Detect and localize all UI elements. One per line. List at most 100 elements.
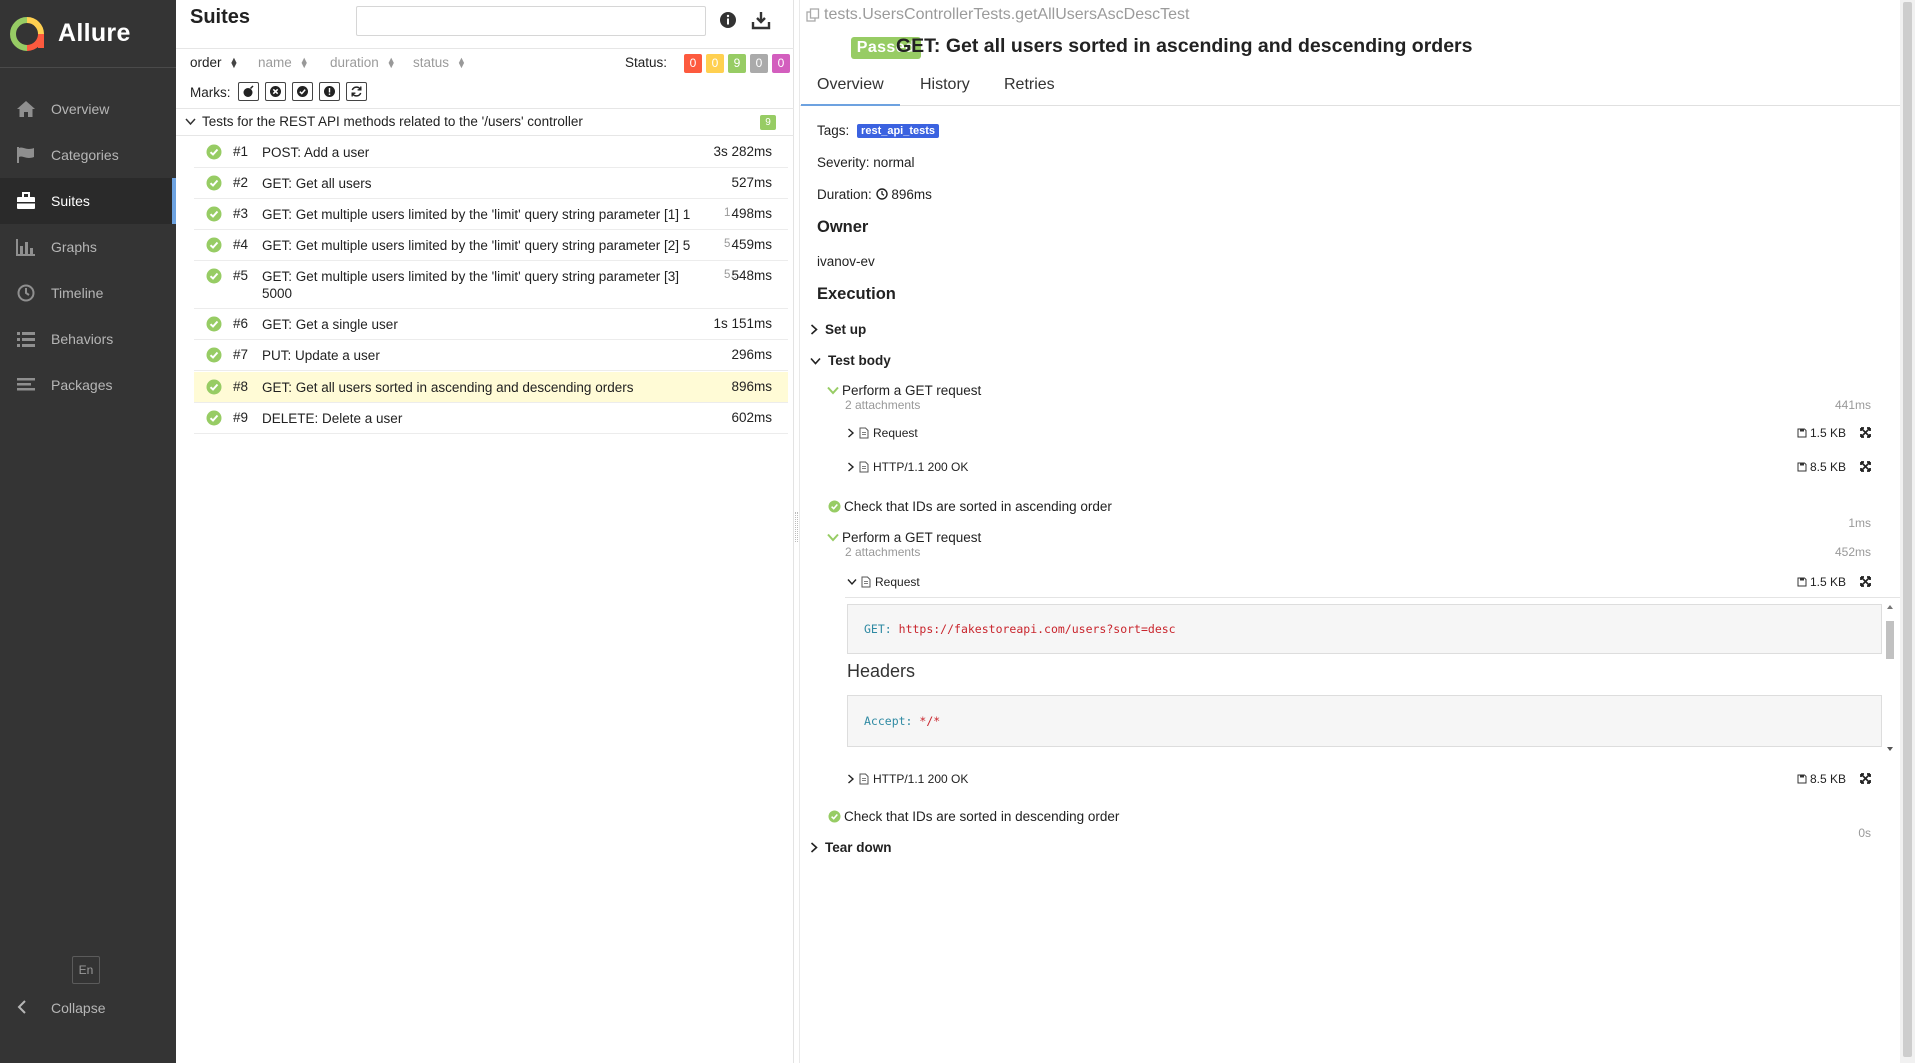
- save-icon: [1797, 774, 1807, 784]
- test-row-selected[interactable]: #8 GET: Get all users sorted in ascendin…: [194, 372, 788, 403]
- attachment-size: 1.5 KB: [1797, 426, 1846, 440]
- expand-icon[interactable]: [1860, 773, 1871, 784]
- test-row[interactable]: #6 GET: Get a single user 1s 151ms: [194, 309, 788, 340]
- step-name: Perform a GET request: [842, 530, 982, 545]
- sidebar-item-overview[interactable]: Overview: [0, 86, 176, 132]
- expand-icon[interactable]: [1860, 576, 1871, 587]
- test-detail-pane: tests.UsersControllerTests.getAllUsersAs…: [800, 0, 1900, 1063]
- sidebar-item-label: Categories: [51, 147, 119, 163]
- status-skipped-toggle[interactable]: 0: [750, 54, 768, 73]
- copy-icon[interactable]: [806, 8, 820, 22]
- test-row[interactable]: #7 PUT: Update a user 296ms: [194, 340, 788, 371]
- language-button[interactable]: En: [72, 956, 100, 984]
- attachment-scrollbar[interactable]: [1885, 603, 1895, 753]
- sidebar-item-packages[interactable]: Packages: [0, 362, 176, 408]
- suite-group-row[interactable]: Tests for the REST API methods related t…: [176, 108, 794, 136]
- attachment-row-expanded[interactable]: Request 1.5 KB: [847, 572, 1871, 594]
- info-icon[interactable]: [719, 11, 737, 32]
- sort-status[interactable]: status ▲ ▼: [413, 55, 466, 70]
- tab-retries[interactable]: Retries: [988, 76, 1071, 106]
- test-duration: 498ms: [731, 206, 772, 221]
- request-headers-block: Accept: */*: [847, 695, 1882, 747]
- sidebar-item-label: Graphs: [51, 239, 97, 255]
- sidebar-item-behaviors[interactable]: Behaviors: [0, 316, 176, 362]
- passed-status-icon: [828, 810, 841, 823]
- tags-field: Tags: rest_api_tests: [817, 123, 940, 138]
- test-name: GET: Get multiple users limited by the '…: [262, 207, 691, 222]
- passed-status-icon: [206, 316, 222, 335]
- status-passed-toggle[interactable]: 9: [728, 54, 746, 73]
- attachment-row[interactable]: HTTP/1.1 200 OK 8.5 KB: [847, 457, 1871, 479]
- brand[interactable]: Allure: [0, 0, 176, 68]
- sidebar-item-label: Packages: [51, 377, 113, 393]
- download-icon[interactable]: [751, 10, 771, 33]
- search-input[interactable]: [356, 6, 706, 36]
- test-row[interactable]: #5 GET: Get multiple users limited by th…: [194, 261, 788, 309]
- refresh-icon: [351, 86, 362, 97]
- test-row[interactable]: #2 GET: Get all users 527ms: [194, 168, 788, 199]
- collapse-button[interactable]: Collapse: [0, 990, 176, 1026]
- status-broken-toggle[interactable]: 0: [706, 54, 724, 73]
- sort-duration[interactable]: duration ▲ ▼: [330, 55, 396, 70]
- save-icon: [1797, 428, 1807, 438]
- bomb-icon: [243, 85, 254, 97]
- chevron-right-icon: [848, 774, 855, 784]
- passed-status-icon: [206, 237, 222, 256]
- test-row[interactable]: #3 GET: Get multiple users limited by th…: [194, 199, 788, 230]
- chevron-down-icon: [827, 386, 839, 395]
- sidebar-item-timeline[interactable]: Timeline: [0, 270, 176, 316]
- test-name: GET: Get a single user: [262, 317, 398, 332]
- attachment-row[interactable]: Request 1.5 KB: [847, 423, 1871, 445]
- attachment-row[interactable]: HTTP/1.1 200 OK 8.5 KB: [847, 769, 1871, 791]
- teardown-stage[interactable]: Tear down: [810, 840, 892, 855]
- mark-new-failed-button[interactable]: [265, 82, 286, 101]
- save-icon: [1797, 462, 1807, 472]
- sort-name[interactable]: name ▲ ▼: [258, 55, 309, 70]
- execution-heading: Execution: [817, 285, 896, 303]
- severity-value: normal: [873, 155, 915, 170]
- expand-icon[interactable]: [1860, 427, 1871, 438]
- tag-badge[interactable]: rest_api_tests: [857, 124, 940, 138]
- test-row[interactable]: #9 DELETE: Delete a user 602ms: [194, 403, 788, 434]
- attachment-name: HTTP/1.1 200 OK: [873, 772, 969, 786]
- expand-icon[interactable]: [1860, 461, 1871, 472]
- mark-flaky-button[interactable]: [238, 82, 259, 101]
- test-number: #4: [233, 237, 249, 252]
- clock-icon: [875, 188, 888, 200]
- sort-arrows-icon: ▲ ▼: [386, 55, 396, 71]
- times-circle-icon: [270, 86, 281, 97]
- splitter-handle[interactable]: [795, 512, 798, 542]
- page-scrollbar-thumb[interactable]: [1903, 2, 1912, 1057]
- sidebar: Allure Overview Categories Suites Graphs: [0, 0, 176, 1063]
- status-unknown-toggle[interactable]: 0: [772, 54, 790, 73]
- chevron-right-icon: [810, 324, 818, 335]
- test-number: #6: [233, 316, 249, 331]
- sidebar-item-categories[interactable]: Categories: [0, 132, 176, 178]
- test-row[interactable]: #1 POST: Add a user 3s 282ms: [194, 137, 788, 168]
- attachment-size: 8.5 KB: [1797, 460, 1846, 474]
- sort-order[interactable]: order ▲ ▼: [190, 55, 238, 70]
- test-row[interactable]: #4 GET: Get multiple users limited by th…: [194, 230, 788, 261]
- severity-field: Severity: normal: [817, 155, 915, 170]
- chevron-down-icon: [827, 533, 839, 542]
- tab-history[interactable]: History: [904, 76, 986, 106]
- allure-logo-icon: [10, 16, 44, 51]
- setup-stage[interactable]: Set up: [810, 322, 866, 337]
- exclamation-circle-icon: [324, 86, 335, 97]
- test-name: GET: Get all users sorted in ascending a…: [262, 380, 634, 395]
- mark-retries-button[interactable]: [346, 82, 367, 101]
- page-scrollbar[interactable]: [1900, 0, 1915, 1063]
- file-icon: [859, 427, 869, 439]
- tags-label: Tags:: [817, 123, 850, 138]
- tab-overview[interactable]: Overview: [801, 76, 900, 106]
- mark-new-broken-button[interactable]: [319, 82, 340, 101]
- status-failed-toggle[interactable]: 0: [684, 54, 702, 73]
- sidebar-item-graphs[interactable]: Graphs: [0, 224, 176, 270]
- test-body-stage[interactable]: Test body: [810, 353, 891, 368]
- sidebar-item-suites[interactable]: Suites: [0, 178, 176, 224]
- sort-bar: order ▲ ▼ name ▲ ▼ duration ▲ ▼ status ▲ ▼ Statu…: [176, 48, 794, 76]
- duration-label: Duration:: [817, 187, 872, 202]
- mark-new-passed-button[interactable]: [292, 82, 313, 101]
- briefcase-icon: [14, 191, 38, 211]
- file-icon: [859, 461, 869, 473]
